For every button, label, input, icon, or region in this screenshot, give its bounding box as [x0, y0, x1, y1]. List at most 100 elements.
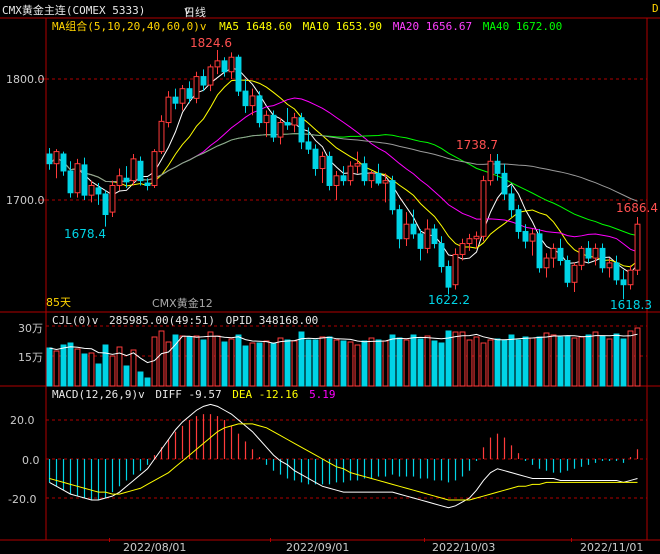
- candle-body: [550, 247, 557, 259]
- candle-body: [375, 172, 382, 184]
- volume-bar: [396, 337, 403, 387]
- volume-bar: [417, 338, 424, 387]
- volume-bar: [368, 337, 375, 387]
- volume-bar: [529, 337, 536, 387]
- candle-body: [417, 233, 424, 249]
- volume-bar: [81, 353, 88, 387]
- candle-body: [151, 151, 158, 186]
- high-annotation-1: 1824.6: [190, 36, 232, 50]
- candle-body: [249, 95, 256, 107]
- candle-body: [599, 247, 606, 269]
- volume-bar: [270, 342, 277, 387]
- volume-bar: [284, 339, 291, 387]
- grid-lines: [38, 78, 647, 542]
- volume-bar: [46, 347, 53, 387]
- y-tick-1800: 1800.0: [6, 73, 45, 86]
- high-annotation-last: 1686.4: [616, 201, 658, 215]
- candle-body: [466, 238, 473, 245]
- candle-body: [116, 175, 123, 186]
- volume-bar: [613, 333, 620, 387]
- x-tick-0801: 2022/08/01: [123, 541, 186, 554]
- candle-body: [137, 160, 144, 182]
- volume-bar: [158, 330, 165, 387]
- candlestick-series: [46, 49, 641, 300]
- candle-body: [564, 260, 571, 283]
- volume-bar: [207, 331, 214, 387]
- candle-body: [354, 163, 361, 167]
- candle-body: [613, 262, 620, 281]
- volume-bar: [389, 334, 396, 387]
- candle-body: [592, 247, 599, 259]
- kline-chart[interactable]: 1800.0 1700.0 30万 15万 20.0 0.0 -20.0 202…: [0, 0, 660, 554]
- candle-body: [102, 193, 109, 216]
- candle-body: [368, 172, 375, 182]
- x-tick-1003: 2022/10/03: [432, 541, 495, 554]
- candle-body: [186, 88, 193, 99]
- volume-bar: [599, 335, 606, 387]
- candle-body: [333, 175, 340, 186]
- macd-tick-0: 0.0: [22, 454, 40, 467]
- low-annotation-2: 1622.2: [428, 293, 470, 307]
- volume-bar: [585, 334, 592, 387]
- candle-body: [179, 88, 186, 104]
- volume-bar: [326, 336, 333, 387]
- volume-bar: [571, 337, 578, 387]
- candle-body: [95, 187, 102, 195]
- volume-bar: [466, 339, 473, 387]
- y-tick-1700: 1700.0: [6, 194, 45, 207]
- volume-bar: [620, 338, 627, 387]
- candle-body: [410, 223, 417, 235]
- overlay-label: CMX黄金12: [152, 296, 213, 310]
- volume-bar: [235, 334, 242, 387]
- candle-body: [326, 155, 333, 186]
- volume-bar: [592, 331, 599, 387]
- vol-tick-30: 30万: [18, 322, 43, 335]
- candle-body: [109, 184, 116, 213]
- candle-body: [508, 193, 515, 211]
- candle-body: [431, 228, 438, 245]
- volume-bar: [60, 344, 67, 387]
- volume-bar: [494, 338, 501, 387]
- volume-bar: [557, 336, 564, 387]
- volume-bar: [109, 355, 116, 387]
- volume-bar: [130, 349, 137, 387]
- volume-bar: [228, 338, 235, 387]
- candle-body: [424, 228, 431, 249]
- volume-bar: [424, 335, 431, 387]
- candle-body: [81, 164, 88, 196]
- volume-bar: [312, 339, 319, 387]
- candle-body: [473, 235, 480, 240]
- volume-bar: [88, 352, 95, 387]
- volume-bar: [627, 330, 634, 387]
- candle-body: [319, 155, 326, 170]
- candle-body: [291, 117, 298, 126]
- candle-body: [396, 209, 403, 240]
- candle-body: [242, 90, 249, 107]
- candle-body: [480, 180, 487, 237]
- volume-bar: [501, 339, 508, 387]
- candle-body: [312, 148, 319, 170]
- x-tick-0901: 2022/09/01: [286, 541, 349, 554]
- volume-bar: [375, 339, 382, 387]
- candle-body: [277, 122, 284, 138]
- volume-bar: [508, 334, 515, 387]
- candle-body: [221, 60, 228, 73]
- volume-bar: [536, 336, 543, 387]
- volume-bar: [305, 339, 312, 387]
- candle-body: [459, 243, 466, 255]
- candle-body: [536, 233, 543, 269]
- volume-bar: [53, 350, 60, 387]
- macd-tick-20: 20.0: [10, 414, 35, 427]
- candle-body: [634, 223, 641, 271]
- candle-body: [494, 160, 501, 174]
- vol-tick-15: 15万: [18, 351, 43, 364]
- volume-bar: [473, 336, 480, 387]
- volume-bar: [144, 377, 151, 387]
- candle-body: [452, 253, 459, 286]
- volume-bars: [46, 327, 641, 387]
- candle-body: [543, 257, 550, 269]
- volume-bar: [242, 345, 249, 387]
- volume-bar: [256, 342, 263, 387]
- volume-bar: [578, 336, 585, 387]
- volume-bar: [340, 340, 347, 387]
